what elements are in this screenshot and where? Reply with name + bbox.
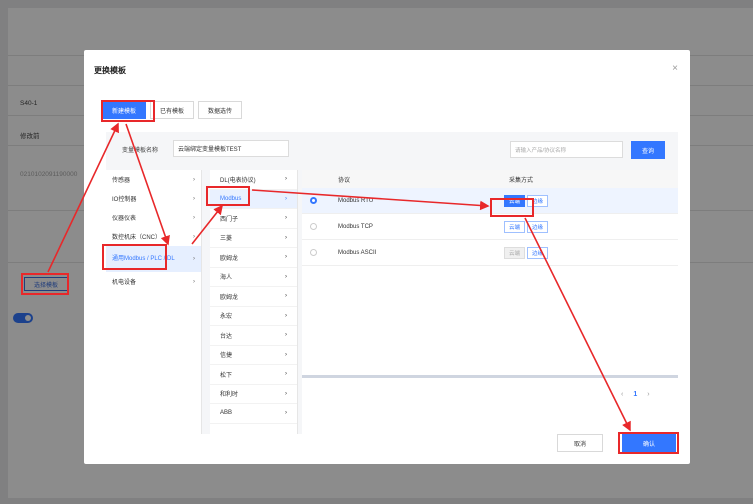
brand-item[interactable]: 和利时 › — [210, 385, 297, 404]
chevron-right-icon: › — [285, 332, 287, 339]
cancel-button[interactable]: 取消 — [557, 434, 603, 452]
tab-new-template[interactable]: 新建模板 — [102, 101, 147, 119]
radio-button[interactable] — [310, 197, 317, 204]
chevron-right-icon: › — [193, 176, 195, 183]
brand-list: DL(电表协议) › Modbus › 西门子 › 三菱 › 欧姆龙 › 海人 › 欧姆龙 ›… — [210, 170, 298, 434]
category-item[interactable]: 数控机床（CNC） › — [106, 227, 201, 246]
template-panel: 变量模板名称 云端绑定变量模板TEST 请输入产品/协议名称 查询 传感器 › I… — [106, 132, 678, 434]
brand-item[interactable]: 三菱 › — [210, 229, 297, 248]
brand-item[interactable]: 信捷 › — [210, 346, 297, 365]
chevron-right-icon: › — [285, 410, 287, 417]
category-item[interactable]: 机电设备 › — [106, 272, 201, 291]
protocol-column-header: 协议 — [338, 177, 351, 184]
cloud-button[interactable]: 云端 — [504, 220, 526, 233]
change-template-dialog: 更换模板 × 新建模板 已有模板 数据选传 变量模板名称 云端绑定变量模板TES… — [84, 50, 690, 464]
horizontal-scrollbar[interactable] — [302, 375, 678, 378]
tab-existing-template[interactable]: 已有模板 — [150, 101, 195, 119]
chevron-right-icon: › — [285, 215, 287, 222]
chevron-right-icon: › — [193, 195, 195, 202]
radio-button[interactable] — [310, 223, 317, 230]
protocol-name: Modbus RTU — [338, 197, 374, 204]
chevron-right-icon: › — [285, 234, 287, 241]
method-column-header: 采集方式 — [509, 177, 534, 184]
edge-button[interactable]: 边缘 — [527, 246, 549, 259]
confirm-button[interactable]: 确认 — [622, 434, 676, 452]
prev-page-icon[interactable]: ‹ — [621, 391, 623, 398]
close-icon[interactable]: × — [672, 63, 678, 74]
edge-button[interactable]: 边缘 — [527, 220, 549, 233]
chevron-right-icon: › — [193, 255, 195, 262]
protocol-row-selected[interactable]: Modbus RTU 云端 边缘 — [302, 188, 678, 214]
brand-item[interactable]: ABB › — [210, 404, 297, 424]
brand-item[interactable]: DL(电表协议) › — [210, 170, 297, 190]
search-button[interactable]: 查询 — [631, 141, 665, 159]
chevron-right-icon: › — [285, 273, 287, 280]
protocol-name: Modbus TCP — [338, 223, 373, 230]
brand-item-selected[interactable]: Modbus › — [210, 189, 297, 209]
collection-method: 云端 边缘 — [504, 220, 549, 233]
chevron-right-icon: › — [285, 293, 287, 300]
brand-item[interactable]: 欧姆龙 › — [210, 248, 297, 268]
category-item[interactable]: 传感器 › — [106, 170, 201, 189]
search-input[interactable]: 请输入产品/协议名称 — [510, 141, 623, 158]
chevron-right-icon: › — [285, 390, 287, 397]
chevron-right-icon: › — [285, 195, 287, 202]
tab-data-upload[interactable]: 数据选传 — [198, 101, 243, 119]
collection-method: 云端 边缘 — [504, 194, 549, 207]
radio-button[interactable] — [310, 249, 317, 256]
template-name-label: 变量模板名称 — [122, 148, 159, 154]
protocol-name: Modbus ASCII — [338, 249, 377, 256]
brand-item[interactable]: 台达 › — [210, 326, 297, 346]
cloud-button[interactable]: 云端 — [504, 246, 526, 259]
protocol-table-header: 协议 采集方式 — [302, 170, 678, 188]
chevron-right-icon: › — [285, 312, 287, 319]
edge-button[interactable]: 边缘 — [527, 194, 549, 207]
protocol-row[interactable]: Modbus TCP 云端 边缘 — [302, 214, 678, 240]
cloud-button[interactable]: 云端 — [504, 194, 526, 207]
category-item[interactable]: IO控制器 › — [106, 189, 201, 208]
collection-method: 云端 边缘 — [504, 246, 549, 259]
chevron-right-icon: › — [285, 351, 287, 358]
next-page-icon[interactable]: › — [647, 391, 649, 398]
template-name-input[interactable]: 云端绑定变量模板TEST — [173, 140, 289, 157]
chevron-right-icon: › — [193, 278, 195, 285]
category-item[interactable]: 仪器仪表 › — [106, 208, 201, 227]
chevron-right-icon: › — [285, 254, 287, 261]
category-item-selected[interactable]: 通用Modbus / PLC / DL › — [106, 246, 201, 272]
template-tabs: 新建模板 已有模板 数据选传 — [102, 101, 243, 119]
brand-item[interactable]: 西门子 › — [210, 209, 297, 229]
chevron-right-icon: › — [193, 214, 195, 221]
chevron-right-icon: › — [193, 233, 195, 240]
chevron-right-icon: › — [285, 371, 287, 378]
page-number[interactable]: 1 — [633, 391, 637, 398]
chevron-right-icon: › — [285, 176, 287, 183]
brand-item[interactable]: 永宏 › — [210, 307, 297, 326]
brand-item[interactable]: 欧姆龙 › — [210, 287, 297, 307]
category-list: 传感器 › IO控制器 › 仪器仪表 › 数控机床（CNC） › 通用Modbus / … — [106, 170, 202, 434]
brand-item[interactable]: 松下 › — [210, 365, 297, 385]
protocol-row[interactable]: Modbus ASCII 云端 边缘 — [302, 240, 678, 266]
dialog-title: 更换模板 — [94, 66, 126, 75]
protocol-table: 协议 采集方式 Modbus RTU 云端 边缘 Modbus TCP 云端 边… — [302, 170, 678, 434]
pagination: ‹ 1 › — [621, 391, 650, 398]
brand-item[interactable]: 海人 › — [210, 268, 297, 287]
